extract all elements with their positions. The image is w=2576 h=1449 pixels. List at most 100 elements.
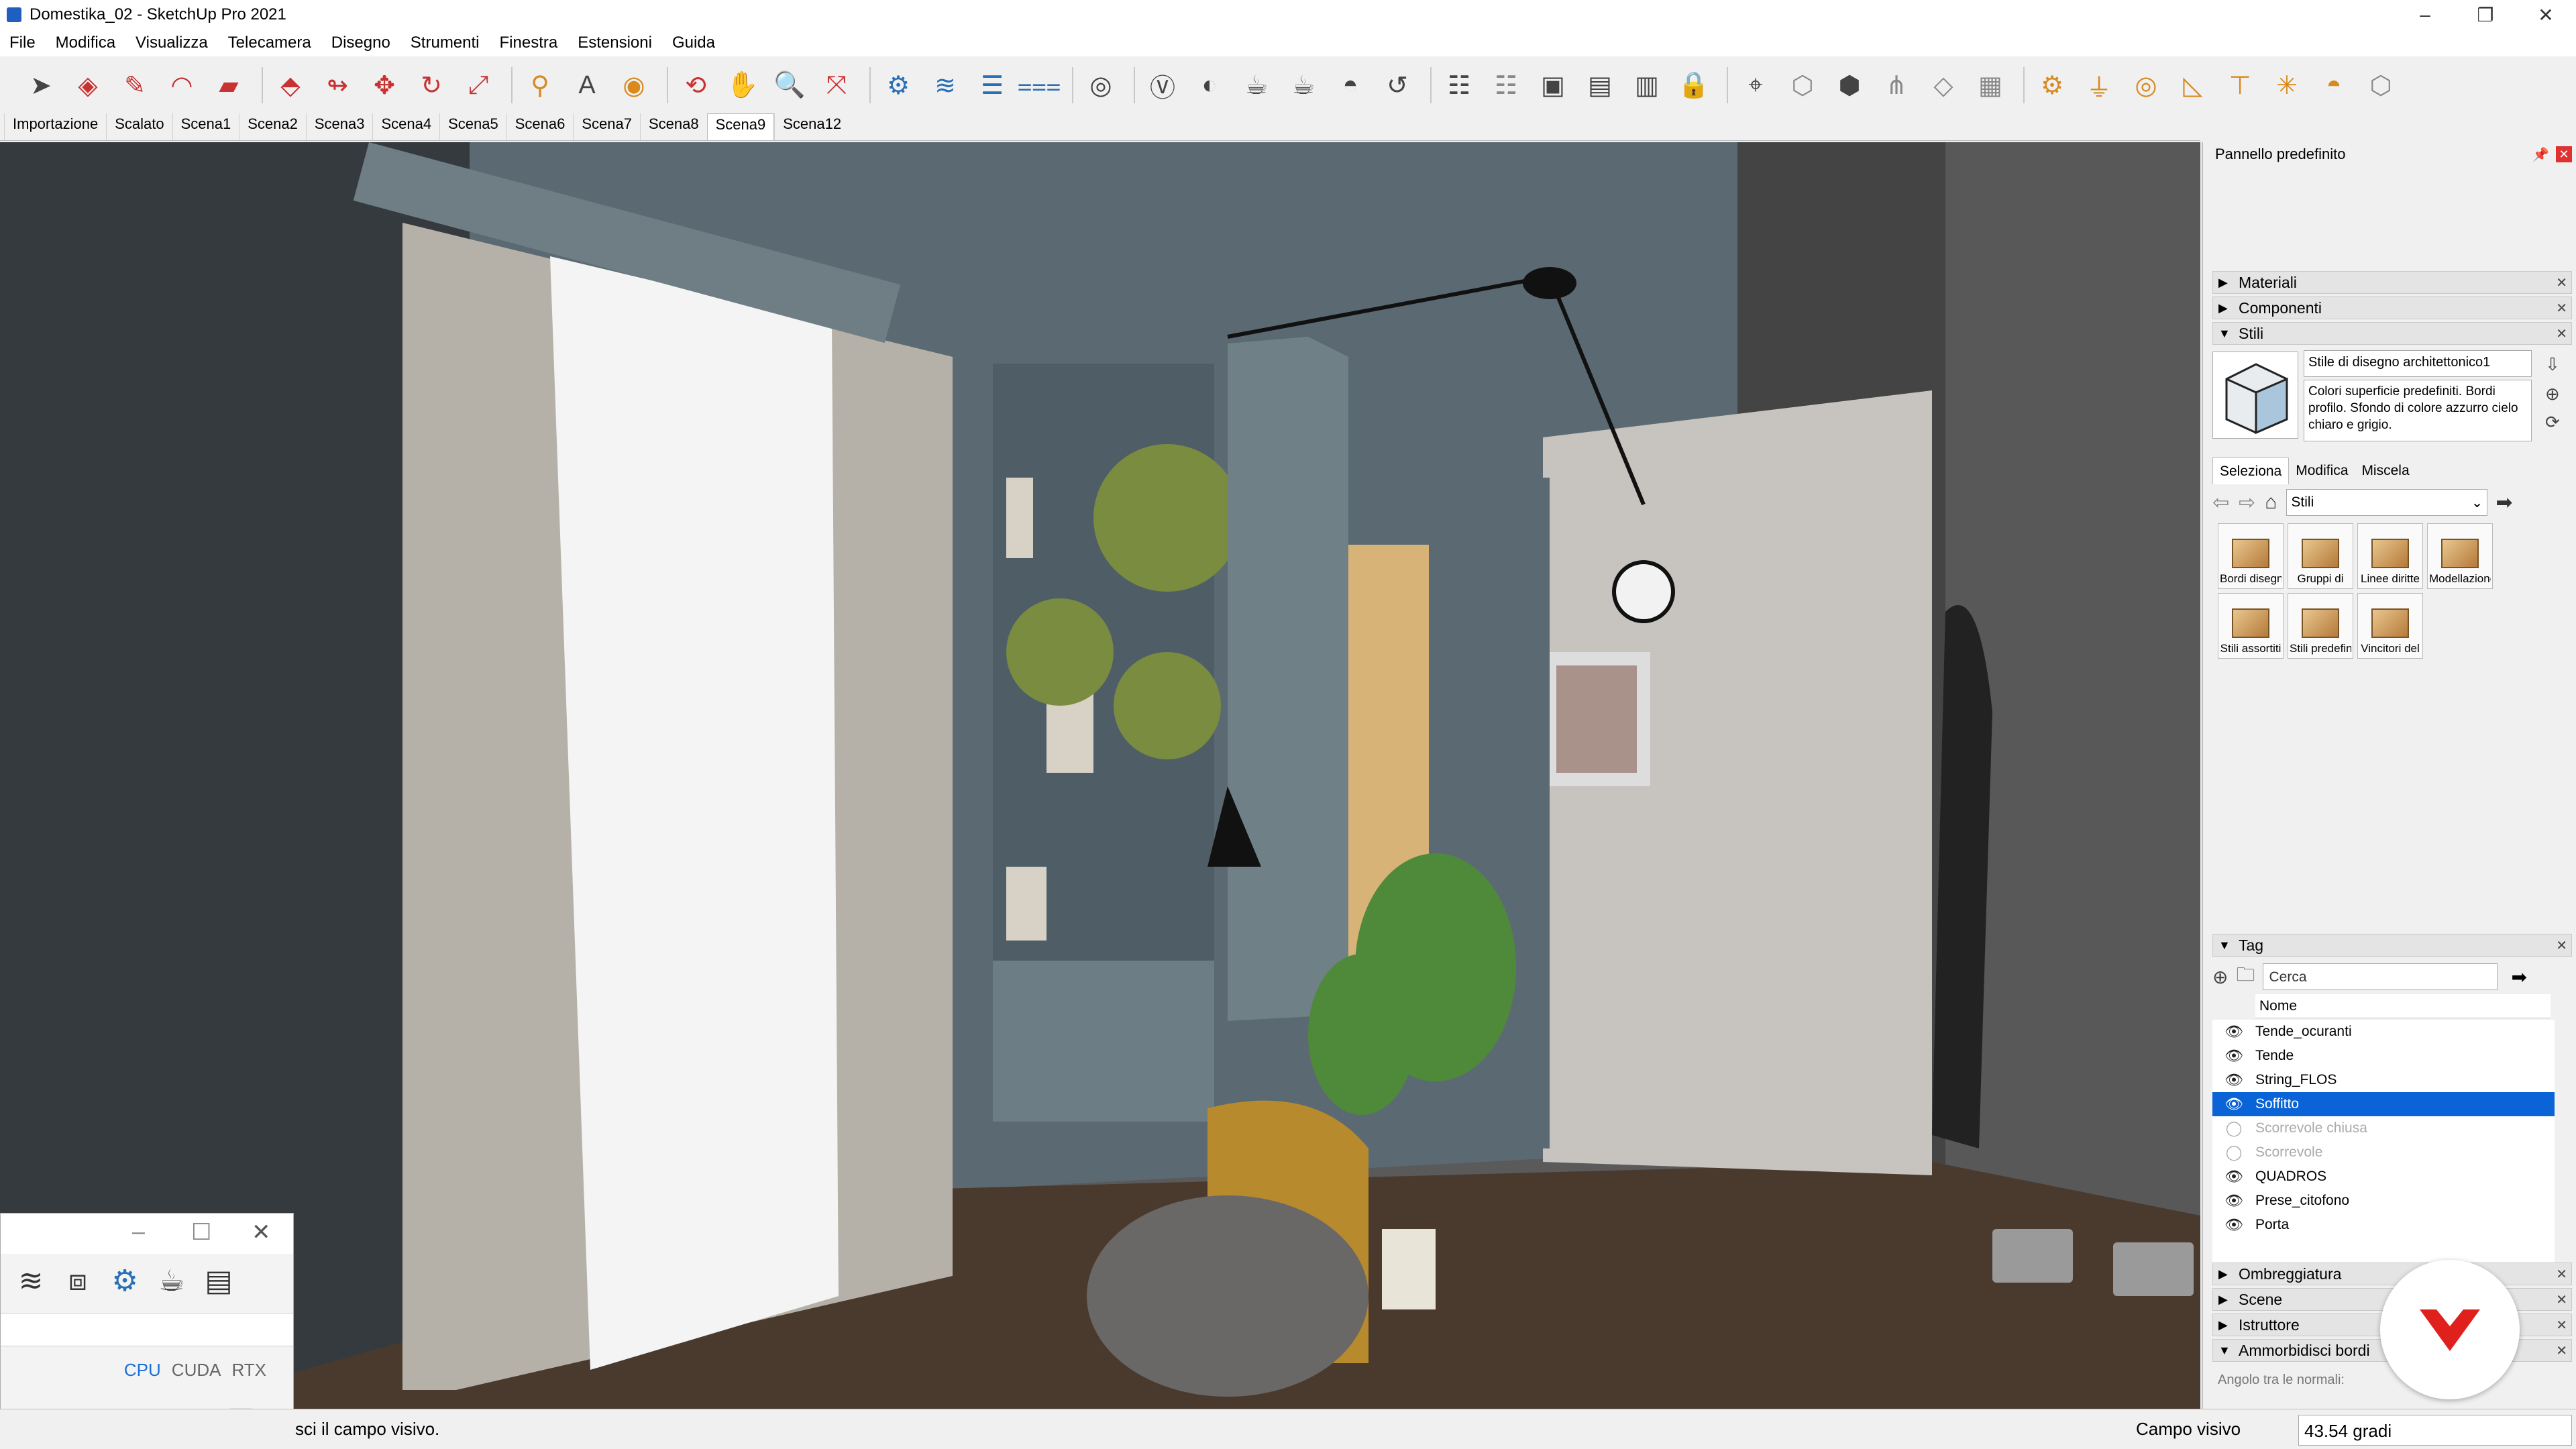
text-tool-icon[interactable]: A bbox=[566, 64, 608, 106]
visibility-eye-icon[interactable]: 👁 bbox=[2212, 1095, 2255, 1113]
tag-row[interactable]: 👁 Prese_citofono bbox=[2212, 1189, 2555, 1213]
scene-tab[interactable]: Scena7 bbox=[573, 113, 640, 140]
section-ombreggiatura[interactable]: ▶ Ombreggiatura ✕ bbox=[2212, 1263, 2572, 1285]
style-folder[interactable]: Modellazione bbox=[2427, 523, 2493, 589]
plane-icon[interactable]: ◇ bbox=[1923, 64, 1964, 106]
panel-field[interactable] bbox=[1, 1313, 293, 1346]
settings-gear-icon[interactable]: ⚙ bbox=[101, 1264, 148, 1298]
style-folder[interactable]: Stili predefiniti bbox=[2288, 593, 2353, 659]
tag-row[interactable]: ◯ Scorrevole bbox=[2212, 1140, 2555, 1165]
teapot-render-icon[interactable]: ☕ bbox=[1236, 64, 1277, 106]
tag-column-header[interactable]: Nome bbox=[2255, 994, 2551, 1018]
close-window-button[interactable]: ✕ bbox=[2516, 0, 2576, 30]
maximize-icon[interactable]: ☐ bbox=[191, 1219, 211, 1246]
rotate-tool-icon[interactable]: ↻ bbox=[411, 64, 452, 106]
tab-modifica[interactable]: Modifica bbox=[2289, 458, 2355, 484]
section-stili[interactable]: ▼ Stili ✕ bbox=[2212, 322, 2572, 345]
hidden-eye-icon[interactable]: ◯ bbox=[2212, 1144, 2255, 1161]
menu-guida[interactable]: Guida bbox=[672, 34, 715, 52]
close-icon[interactable]: ✕ bbox=[2556, 1342, 2567, 1359]
add-folder-icon[interactable]: 🗀 bbox=[2236, 961, 2255, 993]
menu-disegno[interactable]: Disegno bbox=[331, 34, 390, 52]
menu-finestra[interactable]: Finestra bbox=[500, 34, 558, 52]
scene-tab-active[interactable]: Scena9 bbox=[706, 113, 775, 140]
add-tag-icon[interactable]: ⊕ bbox=[2212, 966, 2228, 988]
light-gen-icon[interactable]: ⚙ bbox=[2031, 64, 2073, 106]
close-icon[interactable]: ✕ bbox=[2556, 300, 2567, 317]
scale-tool-icon[interactable]: ⤢ bbox=[458, 64, 499, 106]
orbit-tool-icon[interactable]: ⟲ bbox=[675, 64, 716, 106]
tape-measure-icon[interactable]: ⚲ bbox=[519, 64, 561, 106]
mode-cuda[interactable]: CUDA bbox=[172, 1360, 221, 1381]
restore-button[interactable]: ❐ bbox=[2455, 0, 2516, 30]
account-icon[interactable]: ◎ bbox=[1080, 64, 1122, 106]
menu-modifica[interactable]: Modifica bbox=[56, 34, 115, 52]
batch-render-icon[interactable]: ☷ bbox=[1438, 64, 1480, 106]
style-folder[interactable]: Stili assortiti bbox=[2218, 593, 2284, 659]
close-icon[interactable]: ✕ bbox=[2556, 1291, 2567, 1308]
visibility-eye-icon[interactable]: 👁 bbox=[2212, 1071, 2255, 1089]
tab-seleziona[interactable]: Seleziona bbox=[2212, 458, 2290, 484]
tag-row[interactable]: ◯ Scorrevole chiusa bbox=[2212, 1116, 2555, 1140]
mode-rtx[interactable]: RTX bbox=[231, 1360, 266, 1381]
style-collection-select[interactable]: Stili ⌄ bbox=[2286, 489, 2488, 516]
3d-viewport[interactable] bbox=[0, 142, 2200, 1409]
home-icon[interactable]: ⌂ bbox=[2265, 491, 2277, 514]
menu-estensioni[interactable]: Estensioni bbox=[578, 34, 652, 52]
tab-miscela[interactable]: Miscela bbox=[2355, 458, 2416, 484]
scene-tab[interactable]: Scena3 bbox=[305, 113, 373, 140]
lock-icon[interactable]: 🔒 bbox=[1673, 64, 1715, 106]
model-info-icon[interactable]: ⚙ bbox=[877, 64, 919, 106]
style-folder[interactable]: Gruppi di bbox=[2288, 523, 2353, 589]
rectangle-tool-icon[interactable]: ▰ bbox=[208, 64, 250, 106]
scene-tab[interactable]: Scena6 bbox=[506, 113, 574, 140]
scene-tab[interactable]: Scena5 bbox=[439, 113, 506, 140]
follow-me-tool-icon[interactable]: ↬ bbox=[317, 64, 358, 106]
scene-tab[interactable]: Scena1 bbox=[172, 113, 239, 140]
omni-light-icon[interactable]: ✳ bbox=[2266, 64, 2308, 106]
menu-strumenti[interactable]: Strumenti bbox=[411, 34, 480, 52]
details-icon[interactable]: ➡ bbox=[2496, 491, 2512, 515]
close-icon[interactable]: ✕ bbox=[2556, 274, 2567, 291]
tag-row[interactable]: 👁 Tende bbox=[2212, 1044, 2555, 1068]
tray-close-icon[interactable]: ✕ bbox=[2556, 146, 2572, 162]
visibility-eye-icon[interactable]: 👁 bbox=[2212, 1192, 2255, 1210]
line-tool-icon[interactable]: ✎ bbox=[114, 64, 156, 106]
create-style-icon[interactable]: ⊕ bbox=[2545, 384, 2560, 405]
style-description[interactable]: Colori superficie predefiniti. Bordi pro… bbox=[2304, 380, 2532, 441]
style-folder[interactable]: Vincitori del bbox=[2357, 593, 2423, 659]
style-folder[interactable]: Bordi disegnati bbox=[2218, 523, 2284, 589]
zoom-extents-icon[interactable]: ⤧ bbox=[816, 64, 857, 106]
section-tag[interactable]: ▼ Tag ✕ bbox=[2212, 934, 2572, 957]
mode-cpu[interactable]: CPU bbox=[124, 1360, 161, 1381]
region-icon[interactable]: ⧈ bbox=[54, 1264, 101, 1297]
scene-tab[interactable]: Scalato bbox=[106, 113, 172, 140]
tag-row[interactable]: 👁 Porta bbox=[2212, 1213, 2555, 1237]
frame-buffer-icon[interactable]: ▤ bbox=[195, 1264, 242, 1298]
scene-tab[interactable]: Scena4 bbox=[372, 113, 439, 140]
tag-row[interactable]: 👁 String_FLOS bbox=[2212, 1068, 2555, 1092]
update-style-icon[interactable]: ⟳ bbox=[2545, 412, 2560, 433]
pan-tool-icon[interactable]: ✋ bbox=[722, 64, 763, 106]
details-icon[interactable]: ➡ bbox=[2511, 966, 2526, 988]
visibility-eye-icon[interactable]: 👁 bbox=[2212, 1023, 2255, 1040]
visibility-eye-icon[interactable]: 👁 bbox=[2212, 1168, 2255, 1185]
cloud-render-icon[interactable]: ☷ bbox=[1485, 64, 1527, 106]
pin-icon[interactable]: 📌 bbox=[2532, 146, 2549, 163]
sections-icon[interactable]: ⩶ bbox=[1017, 64, 1061, 106]
forward-icon[interactable]: ⇨ bbox=[2239, 491, 2255, 515]
layers-icon[interactable]: ≋ bbox=[7, 1264, 54, 1298]
cube-icon[interactable]: ⬡ bbox=[1782, 64, 1823, 106]
menu-file[interactable]: File bbox=[9, 34, 36, 52]
visibility-eye-icon[interactable]: 👁 bbox=[2212, 1047, 2255, 1065]
camera-icon[interactable]: ⌖ bbox=[1735, 64, 1776, 106]
frame-buffer-icon[interactable]: ◓ bbox=[1330, 64, 1371, 106]
tag-search-input[interactable]: Cerca bbox=[2263, 963, 2498, 990]
fur-icon[interactable]: ⋔ bbox=[1876, 64, 1917, 106]
select-tool-icon[interactable]: ➤ bbox=[20, 64, 62, 106]
rect-light-icon[interactable]: ◺ bbox=[2172, 64, 2214, 106]
tag-row[interactable]: 👁 Tende_ocuranti bbox=[2212, 1020, 2555, 1044]
dome-light-icon[interactable]: ◓ bbox=[2313, 64, 2355, 106]
close-icon[interactable]: ✕ bbox=[2556, 325, 2567, 342]
spot-light-icon[interactable]: ⏚ bbox=[2078, 64, 2120, 106]
